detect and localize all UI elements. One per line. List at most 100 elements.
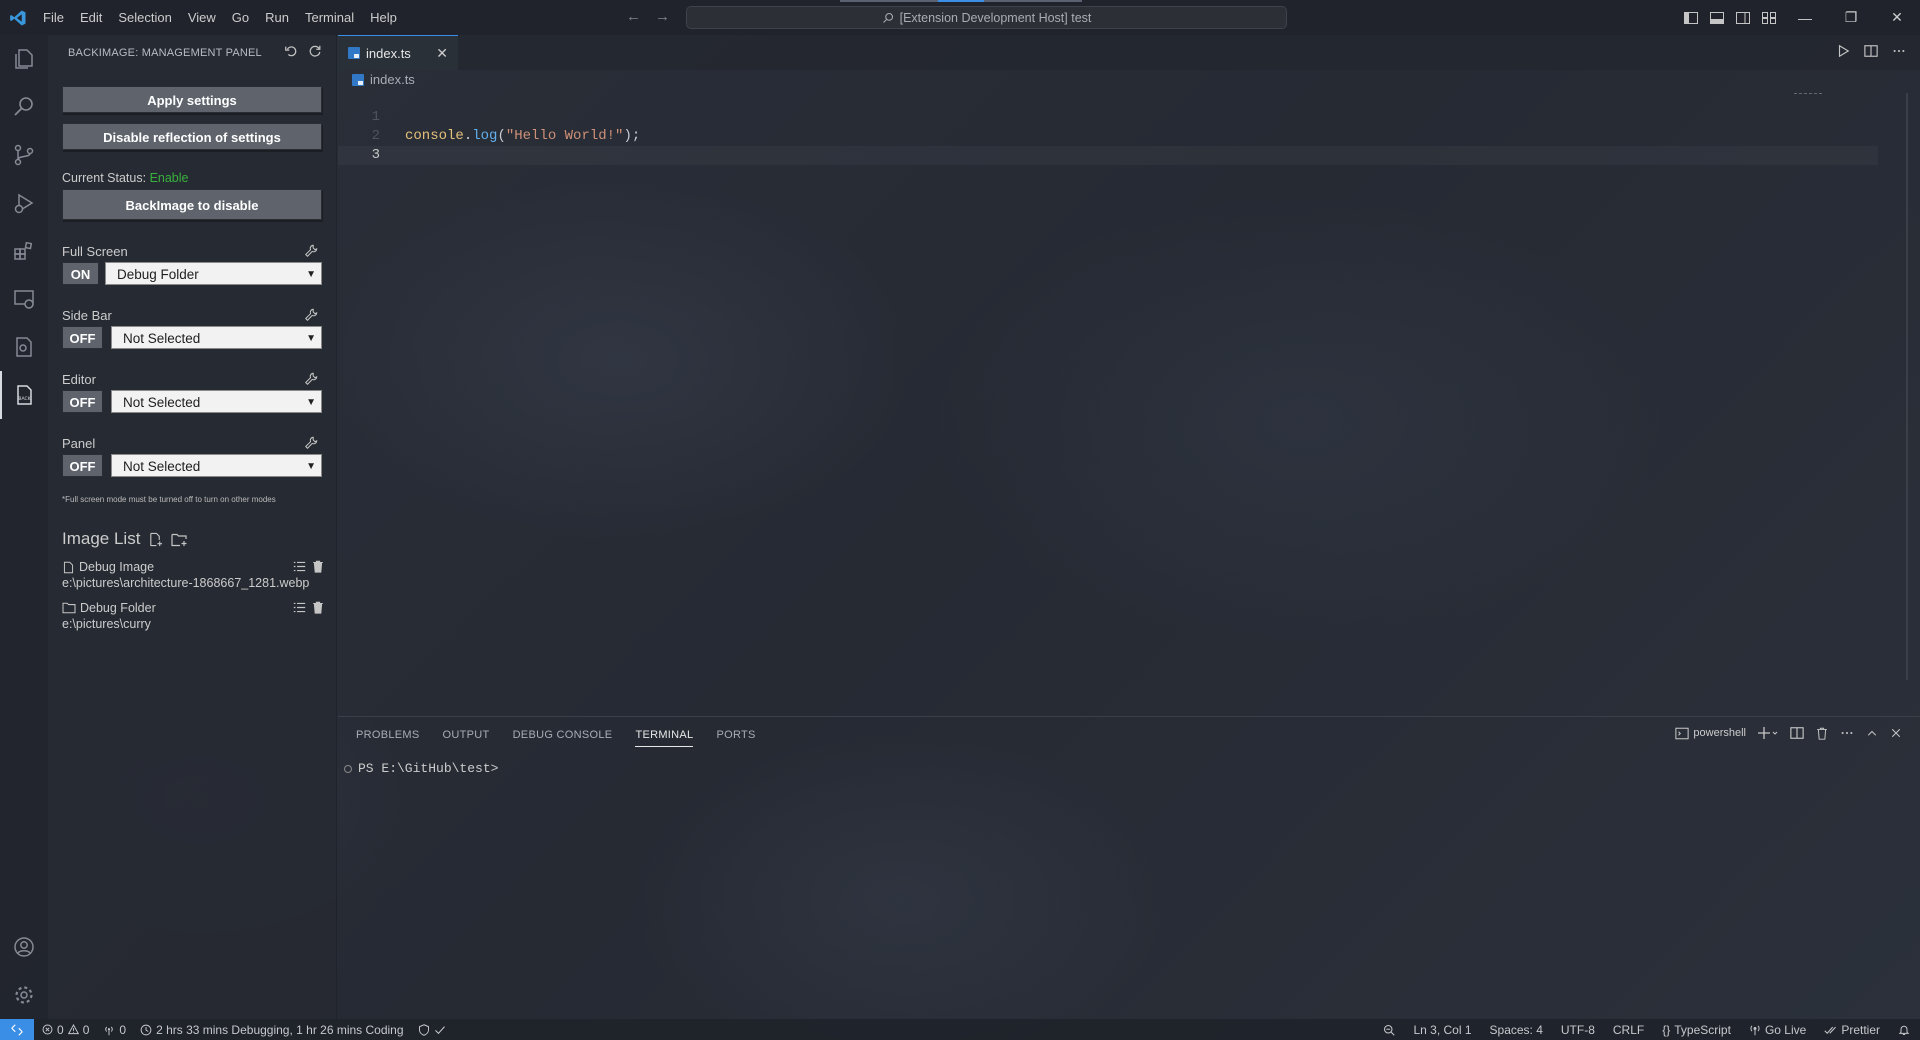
- tab-debug-console[interactable]: DEBUG CONSOLE: [513, 717, 613, 753]
- prettier-indicator[interactable]: Prettier: [1824, 1023, 1880, 1037]
- tab-ports[interactable]: PORTS: [716, 717, 755, 753]
- backimage-disable-button[interactable]: BackImage to disable: [62, 189, 322, 220]
- toggle-panel-icon[interactable]: [1704, 0, 1730, 35]
- breadcrumb-file[interactable]: index.ts: [370, 72, 415, 87]
- restore-window-icon[interactable]: ❐: [1828, 0, 1874, 35]
- search-icon[interactable]: [0, 83, 48, 131]
- files-icon[interactable]: [0, 35, 48, 83]
- menu-view[interactable]: View: [180, 0, 224, 35]
- full-screen-select[interactable]: Debug Folder ▼: [105, 262, 322, 285]
- panel-toggle[interactable]: OFF: [62, 454, 103, 477]
- back-arrow-icon[interactable]: ←: [626, 8, 641, 26]
- more-actions-icon[interactable]: [1892, 44, 1906, 58]
- time-tracking[interactable]: 2 hrs 33 mins Debugging, 1 hr 26 mins Co…: [140, 1023, 404, 1037]
- tab-output[interactable]: OUTPUT: [443, 717, 490, 753]
- menu-selection[interactable]: Selection: [110, 0, 179, 35]
- minimap[interactable]: [1794, 93, 1822, 95]
- side-bar-toggle[interactable]: OFF: [62, 326, 103, 349]
- run-file-icon[interactable]: [1836, 44, 1850, 58]
- full-screen-wrench-icon[interactable]: [304, 244, 318, 258]
- close-icon[interactable]: ✕: [436, 45, 448, 62]
- side-bar-wrench-icon[interactable]: [304, 308, 318, 322]
- remote-indicator-icon[interactable]: [0, 1019, 34, 1040]
- menu-help[interactable]: Help: [362, 0, 405, 35]
- image-list-item[interactable]: Debug Folder e:\pictures\curry: [62, 601, 324, 631]
- warning-count: 0: [82, 1022, 90, 1037]
- menu-file[interactable]: File: [35, 0, 72, 35]
- menu-run[interactable]: Run: [257, 0, 297, 35]
- forward-arrow-icon[interactable]: →: [655, 8, 670, 26]
- menu-terminal[interactable]: Terminal: [297, 0, 362, 35]
- editor-select[interactable]: Not Selected ▼: [111, 390, 322, 413]
- menu-go[interactable]: Go: [224, 0, 257, 35]
- undo-icon[interactable]: [284, 44, 298, 58]
- file-encoding[interactable]: UTF-8: [1561, 1023, 1595, 1037]
- end-of-line[interactable]: CRLF: [1613, 1023, 1644, 1037]
- bottom-panel: PROBLEMS OUTPUT DEBUG CONSOLE TERMINAL P…: [338, 716, 1920, 1019]
- maximize-panel-chevron-up-icon[interactable]: [1866, 727, 1878, 739]
- scrollbar-thumb[interactable]: [1906, 93, 1920, 680]
- new-terminal-icon[interactable]: [1758, 726, 1778, 740]
- panel-wrench-icon[interactable]: [304, 436, 318, 450]
- list-icon[interactable]: [293, 601, 306, 614]
- testing-icon[interactable]: [0, 323, 48, 371]
- tab-problems[interactable]: PROBLEMS: [356, 717, 420, 753]
- editor-wrench-icon[interactable]: [304, 372, 318, 386]
- customize-layout-icon[interactable]: [1756, 0, 1782, 35]
- toggle-primary-sidebar-icon[interactable]: [1678, 0, 1704, 35]
- breadcrumb[interactable]: index.ts: [352, 72, 415, 87]
- minimize-window-icon[interactable]: —: [1782, 0, 1828, 35]
- toggle-secondary-sidebar-icon[interactable]: [1730, 0, 1756, 35]
- side-bar-select[interactable]: Not Selected ▼: [111, 326, 322, 349]
- problems-indicator[interactable]: 0 0: [42, 1023, 89, 1037]
- more-actions-icon[interactable]: [1840, 726, 1854, 740]
- list-icon[interactable]: [293, 560, 306, 573]
- full-screen-label: Full Screen: [62, 244, 128, 259]
- language-mode[interactable]: {} TypeScript: [1662, 1023, 1731, 1037]
- go-live-button[interactable]: Go Live: [1749, 1023, 1806, 1037]
- refresh-icon[interactable]: [308, 44, 322, 58]
- remote-explorer-icon[interactable]: [0, 275, 48, 323]
- zoom-indicator[interactable]: [1383, 1024, 1396, 1036]
- code-editor[interactable]: 1 2 console.log("Hello World!"); 3: [338, 108, 1878, 165]
- backimage-icon[interactable]: BACK: [0, 371, 48, 419]
- add-image-folder-icon[interactable]: [171, 532, 188, 547]
- close-panel-icon[interactable]: [1890, 727, 1902, 739]
- panel-select-value: Not Selected: [123, 459, 201, 474]
- chevron-down-icon: ▼: [306, 397, 316, 408]
- command-center-search[interactable]: [Extension Development Host] test: [686, 6, 1287, 29]
- tab-terminal[interactable]: TERMINAL: [635, 717, 694, 753]
- extensions-icon[interactable]: [0, 227, 48, 275]
- close-window-icon[interactable]: ✕: [1874, 0, 1920, 35]
- editor-scrollbar[interactable]: [1906, 93, 1920, 680]
- panel-select[interactable]: Not Selected ▼: [111, 454, 322, 477]
- disable-reflection-button[interactable]: Disable reflection of settings: [62, 123, 322, 150]
- ports-indicator[interactable]: 0: [103, 1023, 126, 1037]
- code-line[interactable]: 2 console.log("Hello World!");: [338, 127, 1878, 146]
- settings-gear-icon[interactable]: [0, 971, 48, 1019]
- source-control-icon[interactable]: [0, 131, 48, 179]
- menu-edit[interactable]: Edit: [72, 0, 110, 35]
- code-line-current[interactable]: 3: [338, 146, 1878, 165]
- account-icon[interactable]: [0, 923, 48, 971]
- add-image-file-icon[interactable]: [148, 532, 163, 547]
- image-list-item[interactable]: Debug Image e:\pictures\architecture-186…: [62, 560, 324, 590]
- kill-terminal-trash-icon[interactable]: [1816, 727, 1828, 740]
- tab-index-ts[interactable]: index.ts ✕: [338, 35, 458, 70]
- terminal-output[interactable]: PS E:\GitHub\test>: [344, 761, 498, 776]
- notifications-bell-icon[interactable]: [1898, 1024, 1910, 1036]
- shield-check-indicator[interactable]: [418, 1023, 446, 1036]
- run-debug-icon[interactable]: [0, 179, 48, 227]
- split-editor-icon[interactable]: [1864, 44, 1878, 58]
- trash-icon[interactable]: [312, 560, 324, 573]
- full-screen-toggle[interactable]: ON: [62, 262, 99, 285]
- trash-icon[interactable]: [312, 601, 324, 614]
- terminal-shell-selector[interactable]: powershell: [1675, 727, 1746, 740]
- radio-tower-icon: [103, 1024, 115, 1036]
- editor-toggle[interactable]: OFF: [62, 390, 103, 413]
- split-terminal-icon[interactable]: [1790, 726, 1804, 740]
- cursor-position[interactable]: Ln 3, Col 1: [1413, 1023, 1471, 1037]
- indentation[interactable]: Spaces: 4: [1490, 1023, 1543, 1037]
- apply-settings-button[interactable]: Apply settings: [62, 86, 322, 113]
- code-line[interactable]: 1: [338, 108, 1878, 127]
